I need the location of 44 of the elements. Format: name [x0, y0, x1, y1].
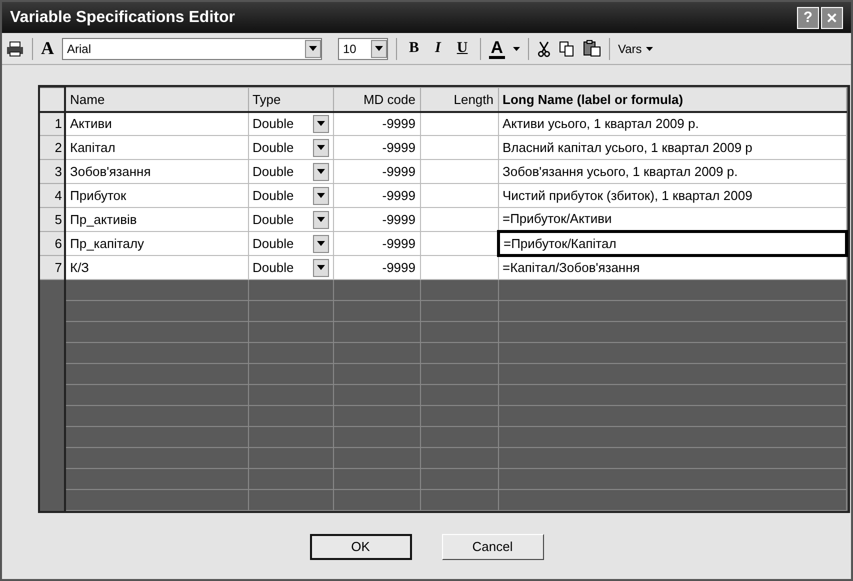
- font-color-button[interactable]: A: [488, 38, 505, 58]
- vars-menu-button[interactable]: Vars: [618, 40, 653, 58]
- help-button[interactable]: ?: [797, 6, 819, 28]
- row-number: 5: [40, 208, 65, 232]
- column-header[interactable]: Name: [65, 88, 248, 112]
- column-header[interactable]: Long Name (label or formula): [498, 88, 846, 112]
- row-number: 3: [40, 160, 65, 184]
- caret-icon[interactable]: [316, 193, 324, 198]
- table-cell: -9999: [333, 256, 420, 280]
- caret-icon[interactable]: [316, 169, 324, 174]
- font-dropdown[interactable]: Arial: [62, 38, 322, 60]
- column-header[interactable]: Length: [420, 88, 498, 112]
- column-header[interactable]: Type: [248, 88, 333, 112]
- table-cell[interactable]: =Капітал/Зобов'язання: [498, 256, 846, 280]
- row-number: 6: [40, 232, 65, 256]
- row-number: 7: [40, 256, 65, 280]
- row-number: 2: [40, 136, 65, 160]
- print-icon[interactable]: [6, 40, 24, 56]
- underline-button[interactable]: U: [452, 37, 472, 60]
- bold-button[interactable]: B: [405, 37, 424, 60]
- close-button[interactable]: ✕: [821, 6, 843, 28]
- paste-icon[interactable]: [582, 40, 601, 57]
- copy-icon[interactable]: [558, 40, 575, 56]
- size-dropdown[interactable]: 10: [338, 38, 388, 60]
- caret-icon[interactable]: [316, 145, 324, 150]
- italic-button[interactable]: I: [431, 37, 445, 60]
- caret-icon[interactable]: [646, 46, 653, 50]
- window-title: Variable Specifications Editor: [10, 8, 235, 28]
- table-cell: К/З: [65, 256, 248, 280]
- font-icon[interactable]: A: [41, 35, 54, 62]
- caret-icon[interactable]: [316, 265, 324, 270]
- cut-icon[interactable]: [536, 40, 551, 56]
- table-cell[interactable]: =Прибуток/Капітал: [498, 232, 846, 256]
- row-number: 1: [40, 112, 65, 136]
- caret-icon[interactable]: [316, 217, 324, 222]
- caret-icon[interactable]: [309, 46, 317, 51]
- dialog-button[interactable]: Cancel: [442, 534, 544, 560]
- caret-icon[interactable]: [316, 121, 324, 126]
- column-header[interactable]: MD code: [333, 88, 420, 112]
- row-number: 4: [40, 184, 65, 208]
- caret-icon[interactable]: [512, 46, 520, 50]
- caret-icon[interactable]: [375, 46, 383, 51]
- dialog-button[interactable]: OK: [310, 534, 412, 560]
- caret-icon[interactable]: [316, 241, 324, 246]
